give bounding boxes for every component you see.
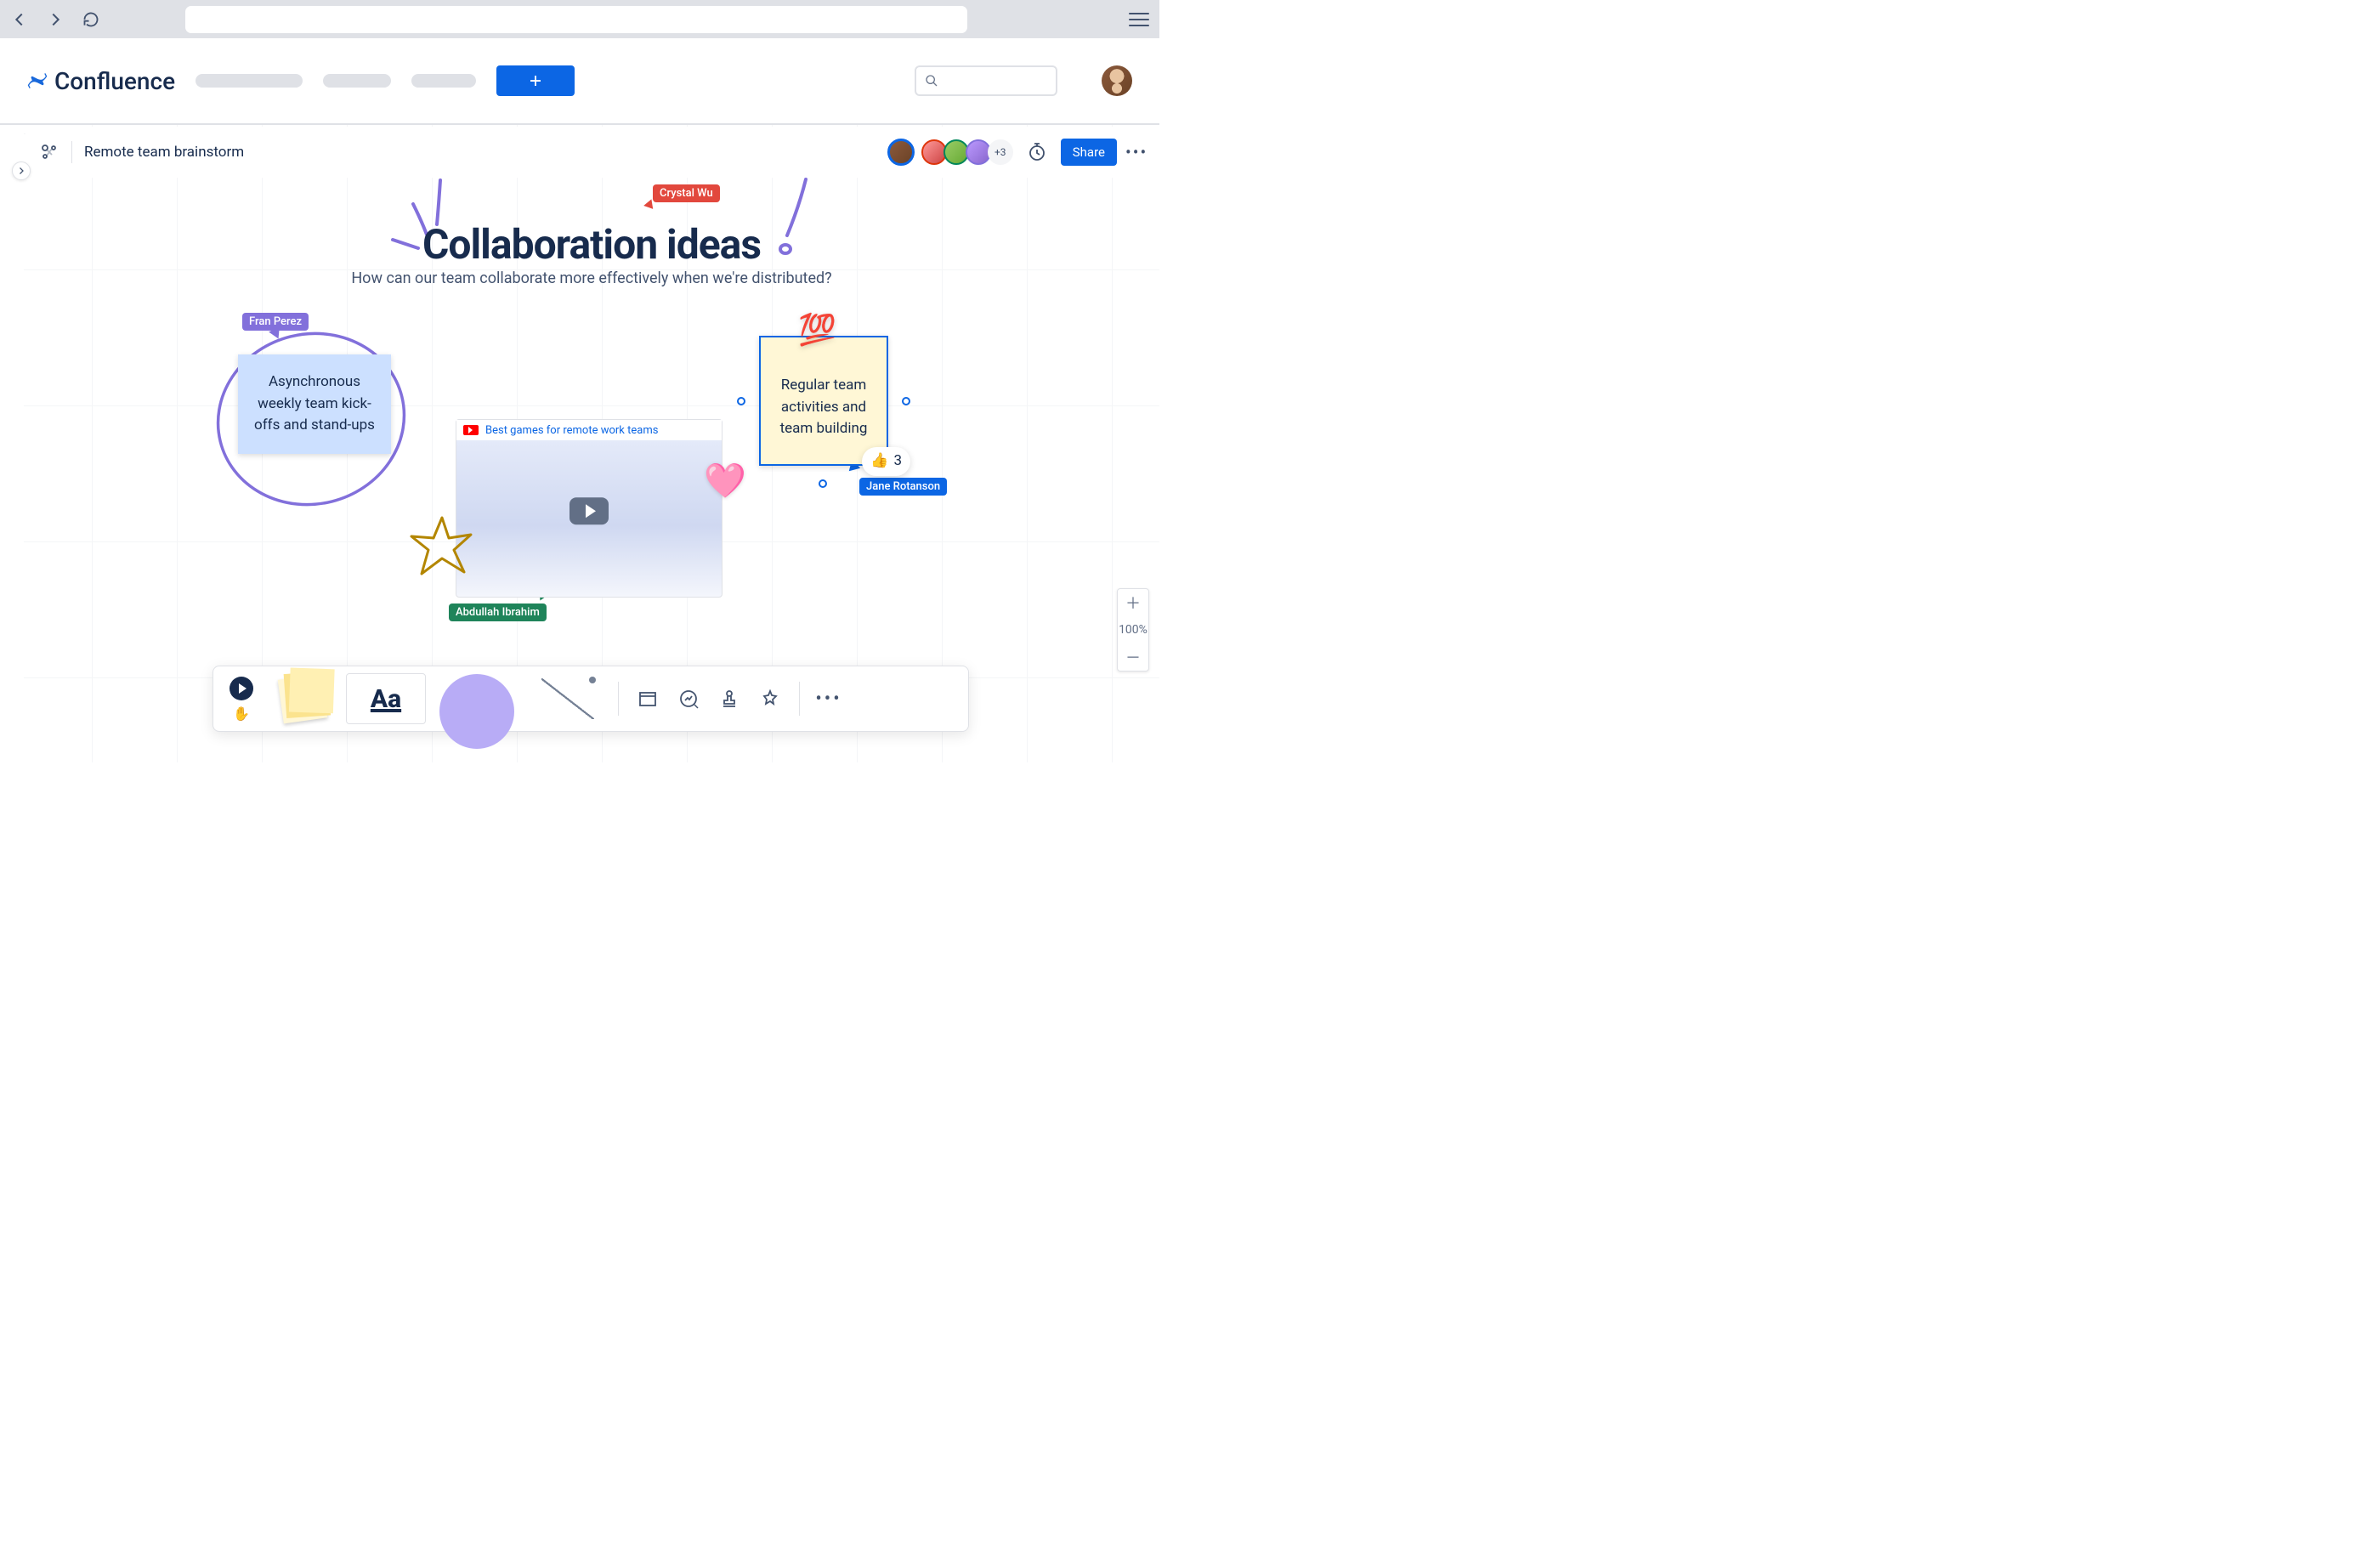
search-icon: [925, 74, 938, 88]
presence-stack[interactable]: +3: [891, 139, 1013, 166]
browser-menu-icon[interactable]: [1129, 9, 1149, 30]
app-header: Confluence: [0, 38, 1159, 125]
plus-icon: [528, 73, 543, 88]
resize-handle[interactable]: [902, 397, 910, 405]
presence-cursor-label: Crystal Wu: [653, 184, 720, 202]
video-embed[interactable]: Best games for remote work teams: [456, 419, 722, 598]
toolbox-separator: [618, 682, 619, 716]
zoom-out-button[interactable]: －: [1118, 643, 1148, 671]
whiteboard-toolbox: ✋ Aa •••: [212, 666, 969, 732]
expand-sidebar-button[interactable]: [12, 162, 31, 180]
toolbox-more-button[interactable]: •••: [810, 673, 847, 724]
sticky-text: Regular team activities and team buildin…: [780, 377, 868, 437]
zoom-in-button[interactable]: ＋: [1118, 589, 1148, 616]
hand-mode-icon: ✋: [233, 706, 250, 722]
search-input[interactable]: [915, 65, 1057, 96]
sticky-note[interactable]: Asynchronous weekly team kick-offs and s…: [238, 354, 391, 454]
hundred-stamp-icon: 💯: [798, 307, 836, 353]
share-button[interactable]: Share: [1061, 139, 1117, 166]
avatar: [887, 139, 915, 166]
presence-cursor-label: Abdullah Ibrahim: [449, 604, 547, 621]
url-bar[interactable]: [185, 6, 967, 33]
nav-placeholder: [411, 74, 476, 88]
timer-icon[interactable]: [1027, 142, 1047, 162]
line-tool[interactable]: [528, 673, 608, 724]
confluence-icon: [27, 71, 48, 91]
sticky-note-selected[interactable]: 💯 Regular team activities and team build…: [759, 336, 888, 466]
stamp-tool[interactable]: [711, 673, 748, 724]
presence-cursor-label: Jane Rotanson: [859, 478, 947, 496]
toolbox-separator: [799, 682, 800, 716]
scribble-exclaim: [775, 173, 826, 258]
nav-placeholder: [323, 74, 391, 88]
sticker-tool[interactable]: [751, 673, 789, 724]
sticky-note-tool[interactable]: [263, 673, 343, 724]
whiteboard-subtitle[interactable]: How can our team collaborate more effect…: [351, 269, 831, 287]
reaction-pill[interactable]: 👍 3: [862, 447, 910, 476]
thumbs-up-icon: 👍: [870, 450, 888, 473]
logo-text: Confluence: [54, 67, 175, 95]
smart-link-tool[interactable]: [670, 673, 707, 724]
scribble-star: [408, 513, 476, 581]
whiteboard-title[interactable]: Collaboration ideas: [422, 220, 761, 269]
zoom-control: ＋ 100% －: [1117, 588, 1149, 672]
more-actions-button[interactable]: •••: [1125, 142, 1146, 162]
whiteboard-canvas[interactable]: Collaboration ideas How can our team col…: [24, 125, 1159, 762]
text-tool[interactable]: Aa: [346, 673, 426, 724]
video-header: Best games for remote work teams: [456, 420, 722, 440]
forward-icon[interactable]: [46, 10, 65, 29]
select-mode-icon: [230, 677, 253, 700]
pointer-mode-toggle[interactable]: ✋: [224, 673, 259, 724]
shape-tool[interactable]: [429, 673, 524, 724]
whiteboard-icon: [39, 142, 60, 162]
resize-handle[interactable]: [819, 479, 827, 488]
section-tool[interactable]: [629, 673, 666, 724]
avatar[interactable]: [1102, 65, 1132, 96]
youtube-icon: [463, 425, 479, 435]
create-button[interactable]: [496, 65, 575, 96]
confluence-logo[interactable]: Confluence: [27, 67, 175, 95]
play-icon[interactable]: [570, 497, 609, 524]
reload-icon[interactable]: [82, 10, 100, 29]
page-bar: Remote team brainstorm +3 Share •••: [26, 127, 1159, 178]
presence-more-count[interactable]: +3: [988, 139, 1013, 165]
video-title: Best games for remote work teams: [485, 424, 658, 437]
back-icon[interactable]: [10, 10, 29, 29]
page-title[interactable]: Remote team brainstorm: [84, 144, 244, 161]
browser-chrome: [0, 0, 1159, 38]
zoom-level: 100%: [1118, 616, 1148, 643]
nav-placeholder: [196, 74, 303, 88]
heart-stamp-icon: 🩷: [704, 461, 746, 501]
resize-handle[interactable]: [737, 397, 745, 405]
reaction-count: 3: [893, 450, 902, 473]
